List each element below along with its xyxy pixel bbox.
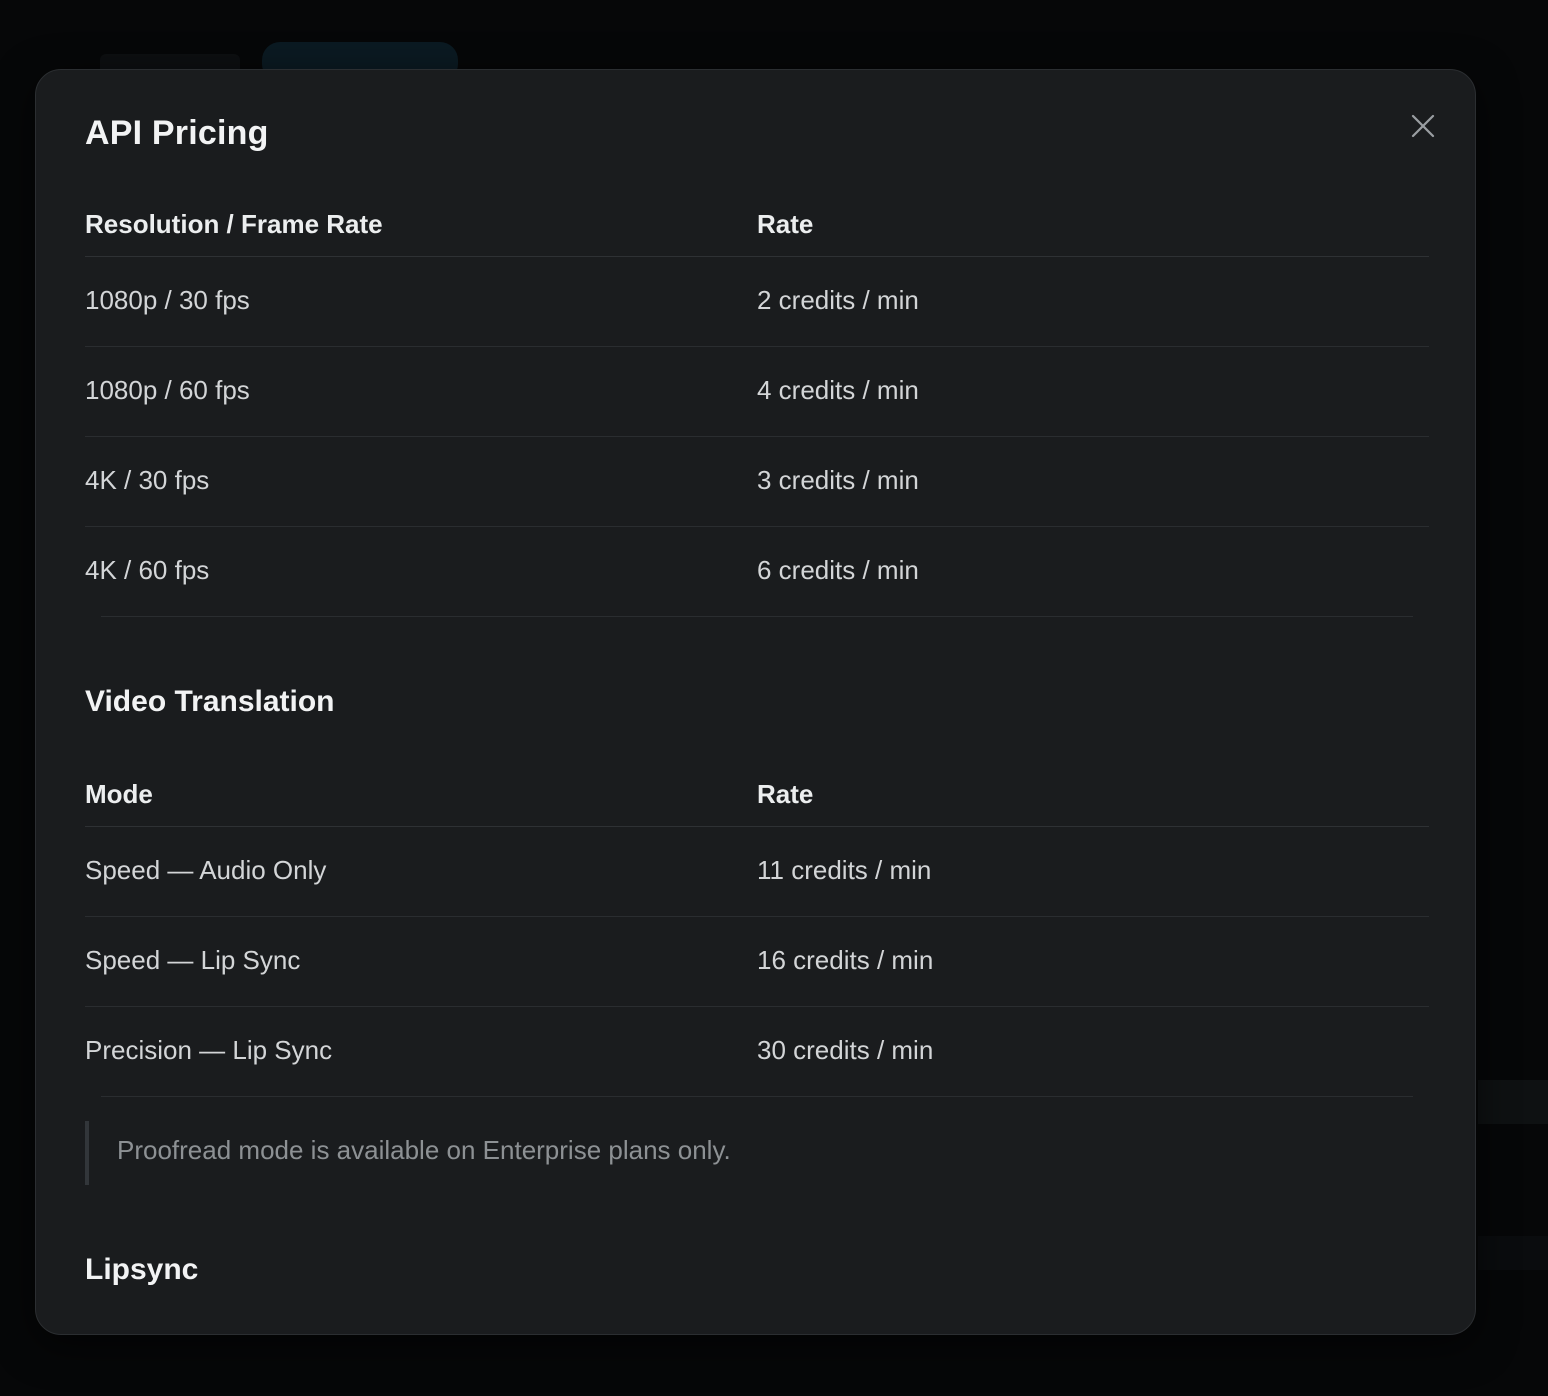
close-icon xyxy=(1411,114,1435,138)
close-button[interactable] xyxy=(1407,110,1439,142)
video-translation-table: Mode Rate Speed — Audio Only 11 credits … xyxy=(85,749,1429,1096)
table-header-row: Resolution / Frame Rate Rate xyxy=(85,179,1429,257)
resolution-cell: 1080p / 30 fps xyxy=(85,285,250,315)
column-header-mode: Mode xyxy=(85,779,153,809)
resolution-cell: 1080p / 60 fps xyxy=(85,375,250,405)
mode-cell: Precision — Lip Sync xyxy=(85,1035,333,1065)
resolution-pricing-table: Resolution / Frame Rate Rate 1080p / 30 … xyxy=(85,179,1429,616)
rate-cell: 16 credits / min xyxy=(757,945,934,975)
rate-cell: 3 credits / min xyxy=(757,465,919,495)
mode-cell: Speed — Lip Sync xyxy=(85,945,301,975)
table-row: 4K / 60 fps 6 credits / min xyxy=(85,527,1429,616)
column-header-resolution: Resolution / Frame Rate xyxy=(85,209,383,239)
rate-cell: 4 credits / min xyxy=(757,375,919,405)
column-header-rate: Rate xyxy=(757,779,814,809)
resolution-cell: 4K / 60 fps xyxy=(85,555,210,585)
rate-cell: 2 credits / min xyxy=(757,285,919,315)
table-row: 1080p / 60 fps 4 credits / min xyxy=(85,347,1429,437)
api-pricing-modal: API Pricing Resolution / Frame Rate Rate… xyxy=(35,69,1476,1335)
background-panel-fragment xyxy=(1478,1080,1548,1124)
enterprise-note: Proofread mode is available on Enterpris… xyxy=(85,1121,1085,1185)
section-divider xyxy=(101,1096,1413,1097)
rate-cell: 30 credits / min xyxy=(757,1035,934,1065)
note-text: Proofread mode is available on Enterpris… xyxy=(117,1135,731,1165)
table-header-row: Mode Rate xyxy=(85,749,1429,827)
table-row: 4K / 30 fps 3 credits / min xyxy=(85,437,1429,527)
lipsync-title: Lipsync xyxy=(85,1253,199,1286)
background-panel-fragment xyxy=(1478,1236,1548,1270)
rate-cell: 11 credits / min xyxy=(757,855,932,885)
resolution-cell: 4K / 30 fps xyxy=(85,465,210,495)
mode-cell: Speed — Audio Only xyxy=(85,855,327,885)
modal-title: API Pricing xyxy=(85,114,269,152)
column-header-rate: Rate xyxy=(757,209,814,239)
rate-cell: 6 credits / min xyxy=(757,555,919,585)
video-translation-title: Video Translation xyxy=(85,685,335,718)
table-row: 1080p / 30 fps 2 credits / min xyxy=(85,257,1429,347)
section-divider xyxy=(101,616,1413,617)
table-row: Speed — Lip Sync 16 credits / min xyxy=(85,917,1429,1007)
table-row: Precision — Lip Sync 30 credits / min xyxy=(85,1007,1429,1096)
table-row: Speed — Audio Only 11 credits / min xyxy=(85,827,1429,917)
